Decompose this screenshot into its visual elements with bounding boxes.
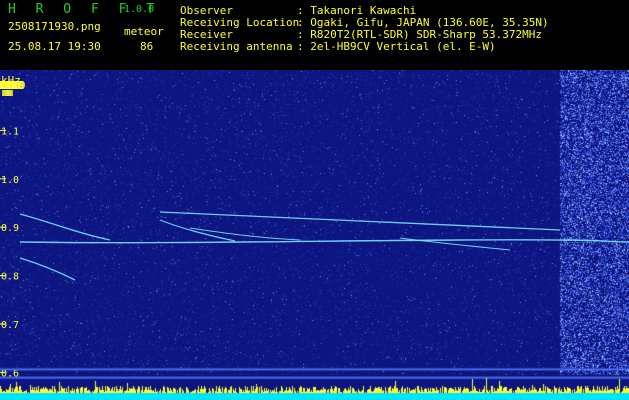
timestamp-label: 25.08.17 19:30 [8, 40, 101, 53]
detection-label: meteor [124, 25, 164, 38]
filename-label: 2508171930.png [8, 20, 101, 33]
spectrogram-canvas [0, 70, 629, 400]
antenna-label: Receiving antenna [180, 40, 293, 53]
antenna-value: : 2el-HB9CV Vertical (el. E-W) [297, 40, 496, 53]
detection-count: 86 [140, 40, 154, 53]
header-panel: H R O F F T 1.0.0 2508171930.png meteor … [0, 0, 629, 70]
app-version: 1.0.0 [124, 4, 155, 15]
